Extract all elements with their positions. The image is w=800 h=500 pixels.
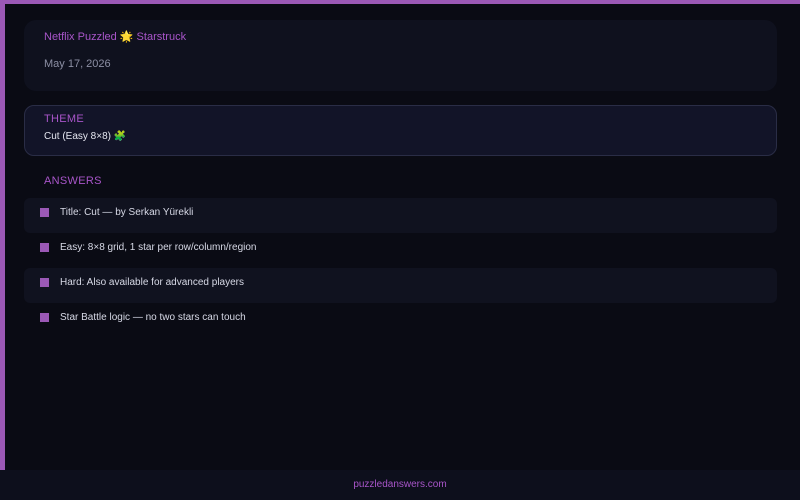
header-card: Netflix Puzzled 🌟 Starstruck May 17, 202… [24,20,777,91]
theme-value: Cut (Easy 8×8) 🧩 [44,131,127,142]
answer-item: Hard: Also available for advanced player… [24,268,777,303]
answer-text: Title: Cut — by Serkan Yürekli [60,207,194,218]
answer-text: Star Battle logic — no two stars can tou… [60,312,246,323]
answer-item: Star Battle logic — no two stars can tou… [24,303,777,338]
answer-item: Easy: 8×8 grid, 1 star per row/column/re… [24,233,777,268]
answer-item: Title: Cut — by Serkan Yürekli [24,198,777,233]
page-title: Netflix Puzzled 🌟 Starstruck [44,31,187,43]
theme-card: THEME Cut (Easy 8×8) 🧩 [24,105,777,156]
bullet-square-icon [40,243,49,252]
top-accent-bar [0,0,800,4]
answer-text: Easy: 8×8 grid, 1 star per row/column/re… [60,242,257,253]
answer-text: Hard: Also available for advanced player… [60,277,244,288]
left-accent-bar [0,0,5,470]
footer-site-link[interactable]: puzzledanswers.com [0,479,800,490]
bullet-square-icon [40,208,49,217]
bullet-square-icon [40,313,49,322]
publish-date: May 17, 2026 [44,58,111,70]
bullet-square-icon [40,278,49,287]
theme-label: THEME [44,113,84,125]
answers-list: Title: Cut — by Serkan Yürekli Easy: 8×8… [24,198,777,338]
footer: puzzledanswers.com [0,470,800,500]
answers-label: ANSWERS [44,175,102,187]
